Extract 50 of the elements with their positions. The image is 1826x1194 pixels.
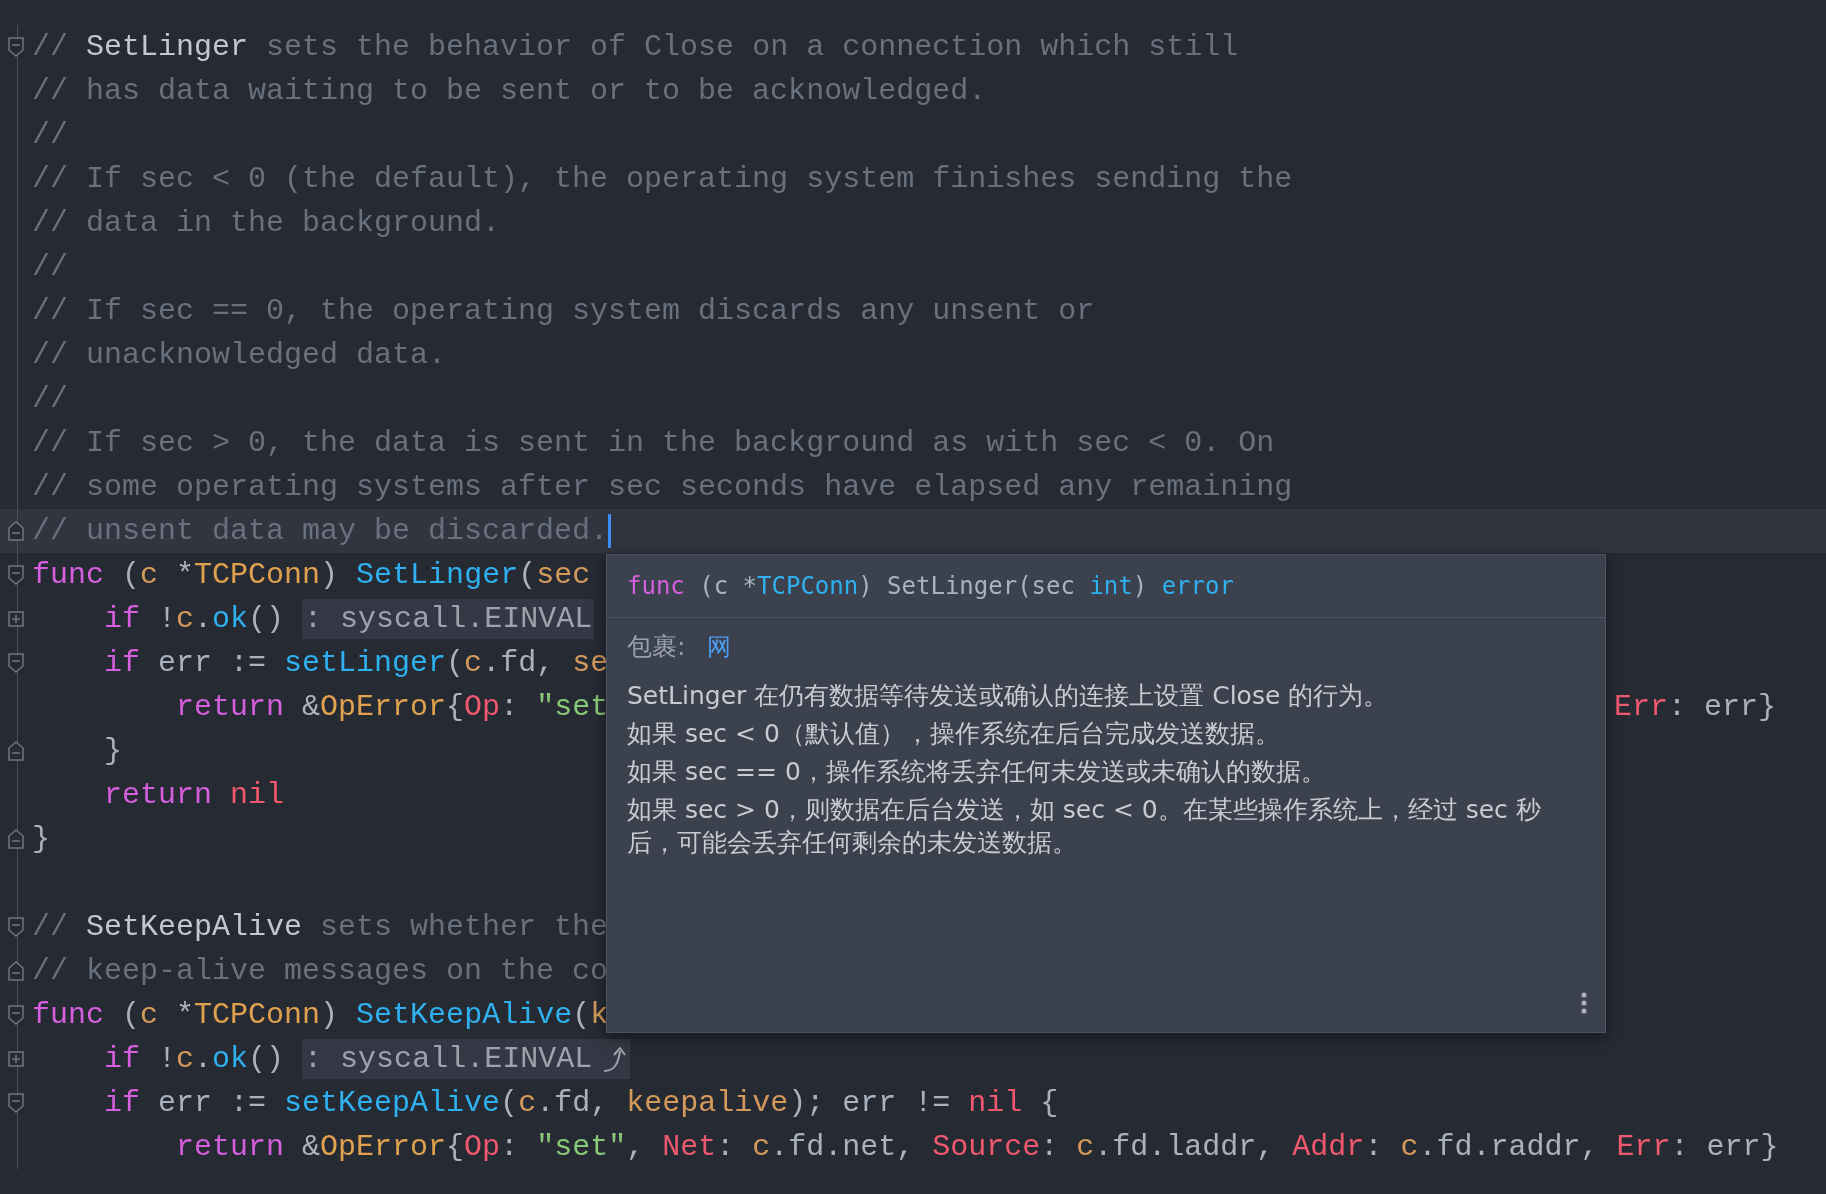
description-text: 如果 sec < 0（默认值），操作系统在后台完成发送数据。 (627, 718, 1281, 750)
code-text: if !c.ok() (103, 601, 286, 638)
code-text: } (103, 733, 122, 770)
code-comment: // SetLinger sets the behavior of Close on a connection which still (32, 29, 1239, 66)
code-text: if err := setLinger(c.fd, se (103, 645, 609, 682)
code-text: return &OpError{Op: "set", Net: c.fd.net, Source: c.fd.laddr, Addr: c.fd.raddr, Err: err} (175, 1129, 1779, 1166)
code-comment: // SetKeepAlive sets whether the (32, 909, 609, 946)
code-comment: // some operating systems after sec seconds have elapsed any remaining (32, 469, 1293, 506)
function-signature: func (c *TCPConn) SetLinger(sec int) error (627, 572, 1234, 600)
code-comment: // (32, 249, 68, 286)
fold-icon[interactable] (8, 37, 24, 57)
description-text: SetLinger 在仍有数据等待发送或确认的连接上设置 Close 的行为。 (627, 680, 1390, 712)
code-comment: // has data waiting to be sent or to be acknowledged. (32, 73, 987, 110)
fold-icon[interactable] (8, 1005, 24, 1025)
code-text: func (c *TCPConn) SetKeepAlive(k (32, 997, 609, 1034)
code-comment: // (32, 381, 68, 418)
more-icon (1581, 992, 1587, 1014)
fold-icon[interactable] (8, 1093, 24, 1113)
description-text: 如果 sec > 0，则数据在后台发送，如 sec < 0。在某些操作系统上，经过 sec 秒后，可能会丢弃任何剩余的未发送数据。 (627, 794, 1542, 859)
unfold-icon[interactable] (8, 829, 24, 849)
description-text: 如果 sec == 0，操作系统将丢弃任何未发送或未确认的数据。 (627, 756, 1327, 788)
unfold-icon[interactable] (8, 961, 24, 981)
fold-icon[interactable] (8, 565, 24, 585)
folded-code-placeholder[interactable]: : syscall.EINVAL (302, 1039, 631, 1079)
code-text: if !c.ok() (103, 1041, 286, 1078)
code-comment: // If sec == 0, the operating system discards any unsent or (32, 293, 1095, 330)
fold-icon[interactable] (8, 653, 24, 673)
code-text: func (c *TCPConn) SetLinger(sec (32, 557, 591, 594)
return-arrow-icon (602, 1045, 629, 1073)
expand-icon[interactable] (8, 611, 24, 627)
unfold-icon[interactable] (8, 521, 24, 541)
code-text: if err := setKeepAlive(c.fd, keepalive); err != nil { (103, 1085, 1059, 1122)
code-text: return nil (103, 777, 285, 814)
package-label: 包裹: (627, 631, 686, 663)
code-comment: // If sec < 0 (the default), the operating system finishes sending the (32, 161, 1293, 198)
fold-icon[interactable] (8, 917, 24, 937)
text-cursor (608, 514, 612, 548)
code-comment: // unsent data may be discarded. (32, 513, 609, 550)
expand-icon[interactable] (8, 1051, 24, 1067)
package-link[interactable]: 网 (707, 630, 732, 663)
code-comment: // (32, 117, 68, 154)
code-comment: // data in the background. (32, 205, 501, 242)
code-comment: // If sec > 0, the data is sent in the background as with sec < 0. On (32, 425, 1275, 462)
unfold-icon[interactable] (8, 741, 24, 761)
code-comment: // keep-alive messages on the co (32, 953, 609, 990)
folded-code-placeholder[interactable]: : syscall.EINVAL (302, 599, 595, 639)
code-text: Err: err} (1613, 689, 1776, 726)
code-text: } (32, 821, 50, 858)
code-comment: // unacknowledged data. (32, 337, 447, 374)
code-text: return &OpError{Op: "set (175, 689, 609, 726)
